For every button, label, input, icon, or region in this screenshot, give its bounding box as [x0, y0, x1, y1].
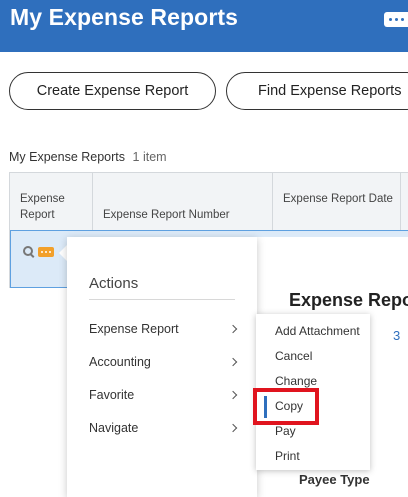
action-favorite[interactable]: Favorite [89, 388, 239, 408]
create-expense-report-button[interactable]: Create Expense Report [9, 72, 216, 110]
action-navigate[interactable]: Navigate [89, 421, 239, 441]
column-header-report-date[interactable]: Expense Report Date [273, 173, 401, 230]
action-label: Accounting [89, 355, 151, 369]
chevron-right-icon [228, 324, 238, 334]
submenu-add-attachment[interactable]: Add Attachment [275, 324, 360, 338]
find-expense-reports-button[interactable]: Find Expense Reports [226, 72, 408, 110]
actions-menu: Actions Expense Report Accounting Favori… [67, 237, 257, 497]
chevron-right-icon [228, 390, 238, 400]
submenu-pay[interactable]: Pay [275, 424, 296, 438]
submenu-cancel[interactable]: Cancel [275, 349, 312, 363]
submenu-pointer [247, 322, 256, 340]
action-expense-report[interactable]: Expense Report [89, 322, 239, 342]
chevron-right-icon [228, 423, 238, 433]
related-actions-icon[interactable] [38, 247, 54, 257]
copy-highlight-box [253, 388, 319, 425]
preview-link[interactable]: 3 [393, 328, 400, 343]
list-header: My Expense Reports 1 item [9, 150, 167, 164]
page-header: My Expense Reports [0, 0, 408, 52]
divider [89, 299, 235, 300]
page-title: My Expense Reports [10, 4, 239, 30]
column-header-expense-report[interactable]: Expense Report [10, 173, 93, 230]
action-accounting[interactable]: Accounting [89, 355, 239, 375]
submenu-change[interactable]: Change [275, 374, 317, 388]
preview-title: Expense Repo [289, 290, 408, 310]
chevron-right-icon [228, 357, 238, 367]
magnifier-icon[interactable] [23, 246, 35, 258]
column-header-report-number[interactable]: Expense Report Number [93, 173, 273, 230]
item-count: 1 item [132, 150, 167, 164]
action-label: Expense Report [89, 322, 179, 336]
payee-type-label: Payee Type [299, 472, 370, 487]
action-label: Navigate [89, 421, 139, 435]
submenu-print[interactable]: Print [275, 449, 300, 463]
table-header: Expense Report Expense Report Number Exp… [10, 173, 408, 231]
action-label: Favorite [89, 388, 135, 402]
more-options-icon[interactable] [384, 12, 408, 27]
actions-title: Actions [89, 275, 139, 292]
list-label: My Expense Reports [9, 150, 126, 164]
